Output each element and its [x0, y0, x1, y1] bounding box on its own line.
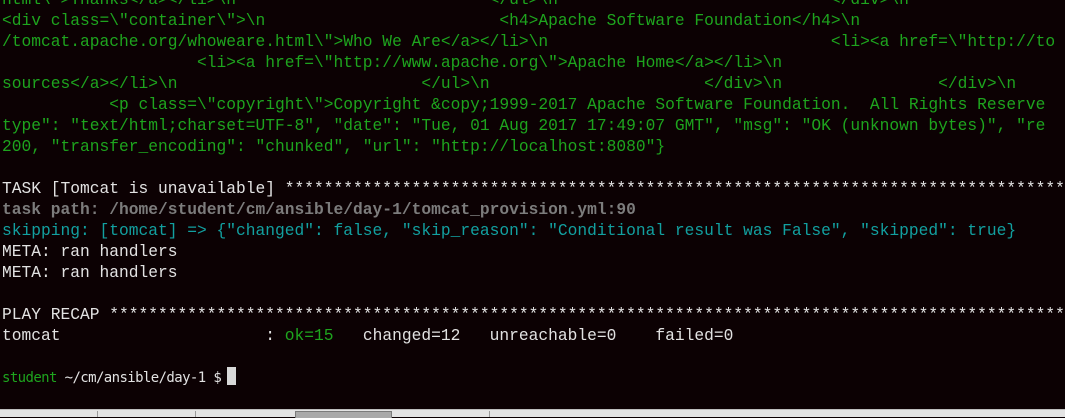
taskbar-button[interactable] [97, 411, 196, 417]
prompt-user: student [2, 370, 57, 386]
meta-line: META: ran handlers [2, 242, 178, 261]
cursor [227, 367, 237, 385]
task-skipping: skipping: [tomcat] => {"changed": false,… [2, 221, 1017, 240]
taskbar-button[interactable] [195, 411, 294, 417]
output-line: sources</a></li>\n </ul>\n </div>\n </di… [2, 74, 1017, 93]
task-header: TASK [Tomcat is unavailable] ***********… [2, 179, 1065, 198]
output-line: 200, "transfer_encoding": "chunked", "ur… [2, 137, 666, 156]
taskbar-button[interactable] [0, 411, 97, 417]
task-path: task path: /home/student/cm/ansible/day-… [2, 200, 636, 219]
recap-stats: changed=12 unreachable=0 failed=0 [333, 326, 734, 345]
prompt-path: ~/cm/ansible/day-1 $ [56, 370, 222, 386]
meta-line: META: ran handlers [2, 263, 178, 282]
recap-host: tomcat : [2, 326, 285, 345]
output-line: html\">Thanks</a></li>\n </ul>\n </div>\… [2, 0, 1065, 10]
play-recap-header: PLAY RECAP *****************************… [2, 305, 1065, 324]
taskbar-button-active[interactable] [295, 411, 392, 418]
terminal[interactable]: html\">Thanks</a></li>\n </ul>\n </div>\… [0, 0, 1065, 409]
shell-prompt[interactable]: student ~/cm/ansible/day-1 $ [2, 367, 237, 388]
output-line: type": "text/html;charset=UTF-8", "date"… [2, 116, 1046, 135]
output-line: <div class=\"container\">\n <h4>Apache S… [2, 11, 861, 30]
recap-row: tomcat : ok=15 changed=12 unreachable=0 … [2, 325, 733, 346]
output-line: <li><a href=\"http://www.apache.org\">Ap… [2, 53, 783, 72]
output-line: <p class=\"copyright\">Copyright &copy;1… [2, 95, 1046, 114]
taskbar-button[interactable] [489, 411, 510, 417]
output-line: /tomcat.apache.org/whoweare.html\">Who W… [2, 32, 1056, 51]
recap-ok: ok=15 [284, 326, 334, 345]
